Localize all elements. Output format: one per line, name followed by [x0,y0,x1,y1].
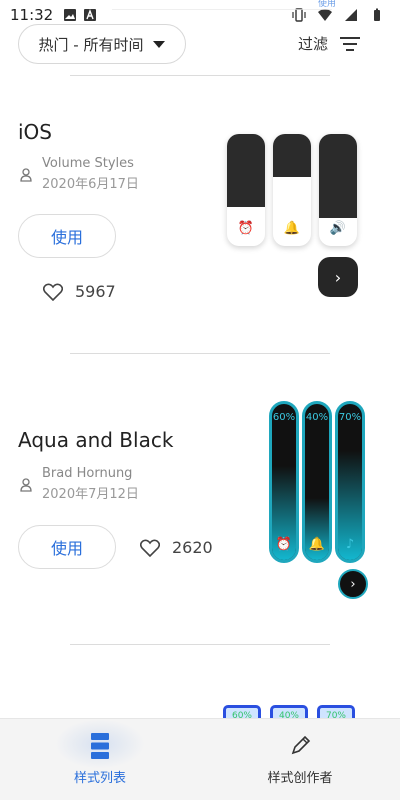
battery-icon [374,8,380,21]
volume-slider-alarm: ⏰ [227,134,265,246]
alarm-icon: ⏰ [275,537,293,552]
like-count-value: 5967 [75,282,116,301]
next-arrow-button: › [338,569,368,599]
nav-style-list[interactable]: 样式列表 [0,719,200,800]
person-icon [20,168,32,182]
author-row: Brad Hornung 2020年7月12日 [20,466,139,502]
heart-icon[interactable] [43,283,63,301]
divider [70,644,330,645]
filter-icon[interactable] [340,36,360,52]
speaker-icon: 🔊 [329,221,347,236]
top-peek-text: 使用 [318,0,337,9]
publish-date: 2020年7月12日 [42,487,139,502]
person-icon [20,478,32,492]
bell-icon: 🔔 [283,221,301,236]
author-name: Volume Styles [42,156,134,171]
divider [70,75,330,76]
image-icon [64,9,77,21]
use-button[interactable]: 使用 [18,525,116,569]
nav-label: 样式创作者 [267,771,333,786]
vibrate-icon [292,8,306,22]
like-count-value: 2620 [172,538,213,557]
aqua-slider-ring: 40% 🔔 [302,401,332,563]
author-name: Brad Hornung [42,466,133,481]
like-count[interactable]: 2620 [140,538,213,557]
wifi-icon [318,9,332,21]
nav-label: 样式列表 [73,771,126,786]
volume-slider-ring: 🔔 [273,134,311,246]
chevron-right-icon: › [334,267,342,287]
aqua-slider-media: 70% ♪ [335,401,365,563]
style-title: iOS [18,120,52,144]
aqua-slider-alarm: 60% ⏰ [269,401,299,563]
use-button[interactable]: 使用 [18,214,116,258]
pencil-icon [291,735,311,755]
author-row: Volume Styles 2020年6月17日 [20,156,139,192]
divider [70,353,330,354]
like-count[interactable]: 5967 [43,282,116,301]
signal-icon [345,9,357,21]
status-time: 11:32 [10,6,54,24]
sort-dropdown-label: 热门 - 所有时间 [38,35,144,54]
top-peek-edge [112,0,332,10]
volume-slider-media: 🔊 [319,134,357,246]
next-arrow-button: › [318,257,358,297]
publish-date: 2020年6月17日 [42,177,139,192]
alarm-icon: ⏰ [237,221,255,236]
sort-dropdown[interactable]: 热门 - 所有时间 [18,24,186,64]
slider-fill [227,134,265,207]
slider-percent: 70% [338,412,362,423]
caret-down-icon [153,40,166,48]
heart-icon[interactable] [140,539,160,557]
style-title: Aqua and Black [18,428,174,452]
music-note-icon: ♪ [345,537,355,552]
slider-percent: 40% [305,412,329,423]
a-letter-icon [84,9,97,21]
bell-icon: 🔔 [308,537,326,552]
chevron-right-icon: › [350,576,356,592]
nav-style-creators[interactable]: 样式创作者 [200,719,400,800]
slider-percent: 60% [272,412,296,423]
slider-fill [319,134,357,218]
nav-active-glow [55,719,145,769]
bottom-navigation: 样式列表 样式创作者 [0,718,400,800]
filter-button-label[interactable]: 过滤 [298,33,328,54]
slider-fill [273,134,311,177]
